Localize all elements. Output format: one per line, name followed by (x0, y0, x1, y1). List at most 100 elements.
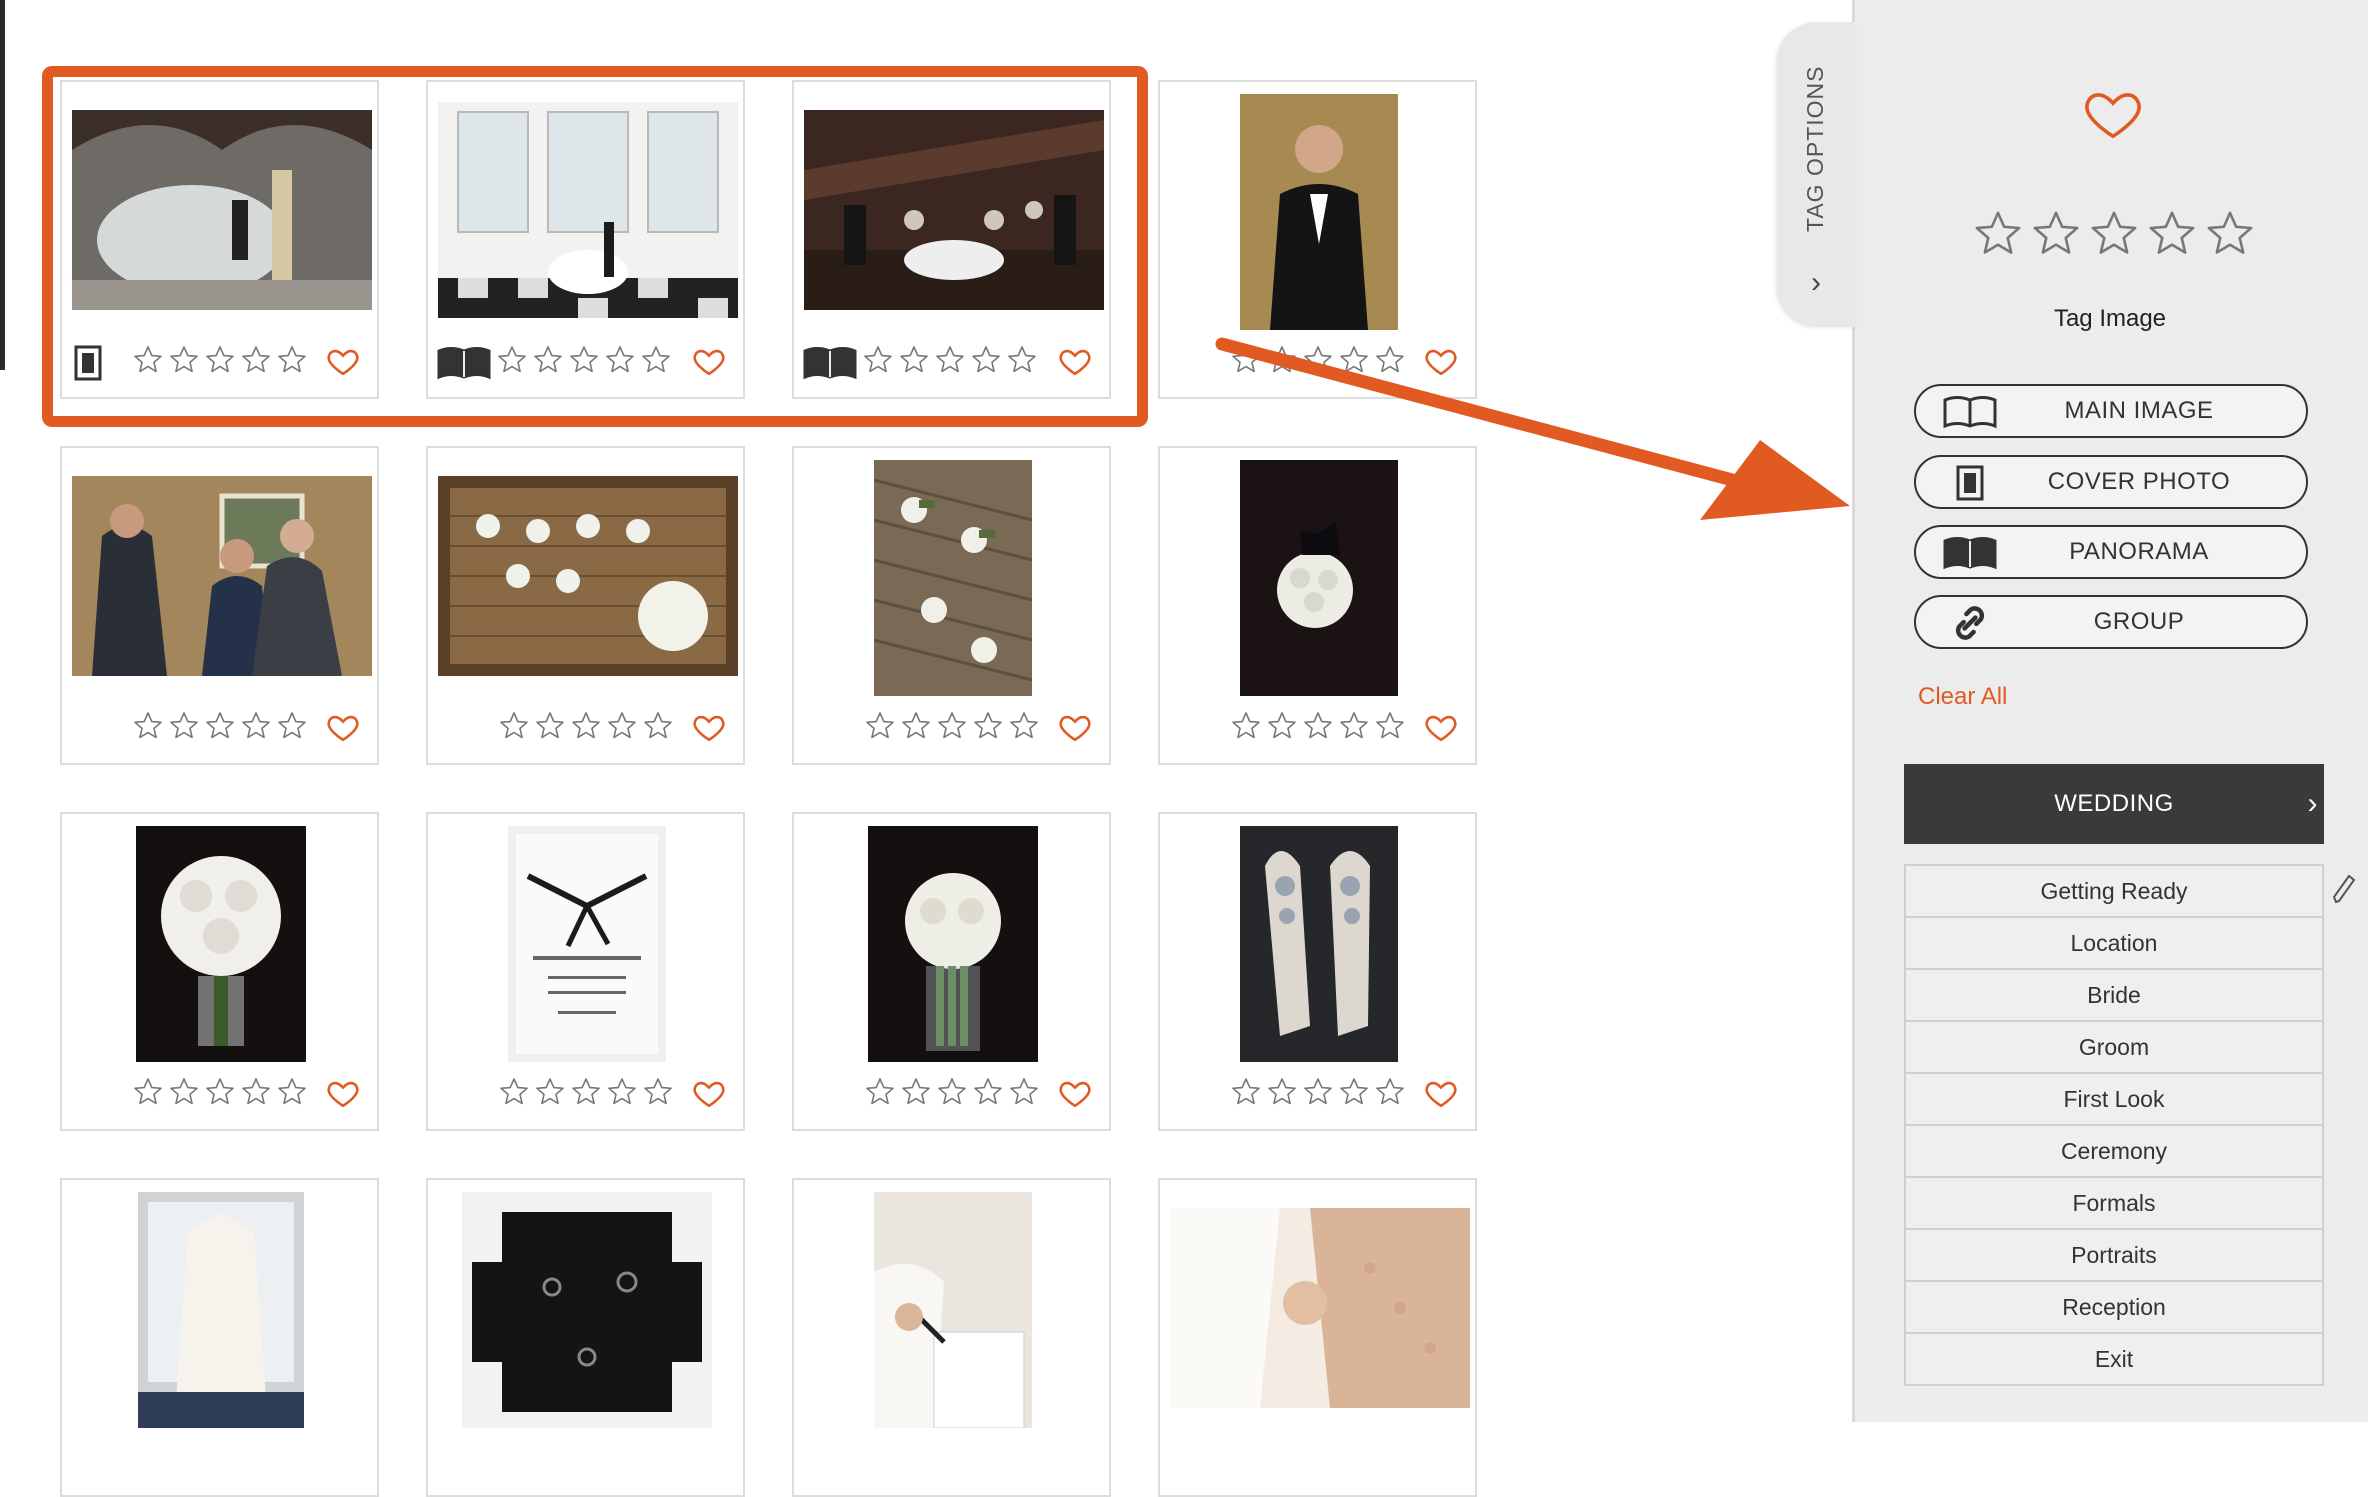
photo-card[interactable] (426, 1178, 745, 1497)
heart-icon[interactable] (326, 1076, 360, 1110)
photo-card[interactable] (426, 446, 745, 765)
star-icon[interactable] (900, 1076, 932, 1108)
photo-thumbnail[interactable] (874, 1192, 1032, 1428)
cover-photo-button[interactable]: COVER PHOTO (1914, 455, 2308, 509)
star-icon[interactable] (1972, 208, 2024, 260)
star-rating[interactable] (1230, 1076, 1406, 1108)
star-icon[interactable] (1302, 1076, 1334, 1108)
star-icon[interactable] (972, 710, 1004, 742)
star-icon[interactable] (240, 1076, 272, 1108)
star-icon[interactable] (642, 710, 674, 742)
chevron-right-icon[interactable]: › (2308, 764, 2319, 844)
category-item[interactable]: Reception (1906, 1282, 2322, 1334)
star-icon[interactable] (606, 1076, 638, 1108)
star-icon[interactable] (168, 710, 200, 742)
heart-icon[interactable] (1058, 1076, 1092, 1110)
star-icon[interactable] (1374, 1076, 1406, 1108)
star-rating[interactable] (132, 710, 308, 742)
photo-thumbnail[interactable] (72, 476, 372, 676)
heart-icon[interactable] (2082, 82, 2144, 144)
heart-icon[interactable] (1058, 710, 1092, 744)
star-icon[interactable] (498, 710, 530, 742)
category-item[interactable]: First Look (1906, 1074, 2322, 1126)
star-icon[interactable] (204, 710, 236, 742)
chevron-right-icon[interactable]: › (1803, 268, 1829, 298)
star-icon[interactable] (1302, 710, 1334, 742)
star-icon[interactable] (276, 1076, 308, 1108)
photo-card[interactable] (792, 446, 1111, 765)
photo-card[interactable] (792, 1178, 1111, 1497)
panorama-button[interactable]: PANORAMA (1914, 525, 2308, 579)
heart-icon[interactable] (692, 710, 726, 744)
photo-thumbnail[interactable] (462, 1192, 712, 1428)
photo-thumbnail[interactable] (508, 826, 666, 1062)
star-rating[interactable] (864, 1076, 1040, 1108)
star-icon[interactable] (168, 1076, 200, 1108)
pencil-edit-icon[interactable] (2330, 872, 2358, 906)
star-icon[interactable] (534, 710, 566, 742)
category-item[interactable]: Location (1906, 918, 2322, 970)
star-icon[interactable] (972, 1076, 1004, 1108)
category-item[interactable]: Portraits (1906, 1230, 2322, 1282)
heart-icon[interactable] (692, 1076, 726, 1110)
panel-star-rating[interactable] (1972, 208, 2256, 260)
star-icon[interactable] (498, 1076, 530, 1108)
star-icon[interactable] (936, 1076, 968, 1108)
star-icon[interactable] (1008, 1076, 1040, 1108)
star-icon[interactable] (1230, 710, 1262, 742)
star-icon[interactable] (1230, 1076, 1262, 1108)
photo-card[interactable] (1158, 1178, 1477, 1497)
heart-icon[interactable] (1424, 1076, 1458, 1110)
photo-thumbnail[interactable] (1170, 1208, 1470, 1408)
photo-thumbnail[interactable] (136, 826, 306, 1062)
heart-icon[interactable] (1424, 710, 1458, 744)
clear-all-link[interactable]: Clear All (1918, 683, 2007, 711)
star-icon[interactable] (1374, 710, 1406, 742)
star-icon[interactable] (1266, 1076, 1298, 1108)
star-rating[interactable] (498, 1076, 674, 1108)
star-icon[interactable] (606, 710, 638, 742)
star-icon[interactable] (132, 710, 164, 742)
star-rating[interactable] (1230, 710, 1406, 742)
star-icon[interactable] (534, 1076, 566, 1108)
star-icon[interactable] (2146, 208, 2198, 260)
star-icon[interactable] (1266, 710, 1298, 742)
star-rating[interactable] (132, 1076, 308, 1108)
star-icon[interactable] (1008, 710, 1040, 742)
star-icon[interactable] (240, 710, 272, 742)
photo-card[interactable] (792, 812, 1111, 1131)
category-item[interactable]: Groom (1906, 1022, 2322, 1074)
star-icon[interactable] (2030, 208, 2082, 260)
photo-thumbnail[interactable] (438, 476, 738, 676)
photo-card[interactable] (60, 812, 379, 1131)
category-item[interactable]: Ceremony (1906, 1126, 2322, 1178)
category-item[interactable]: Exit (1906, 1334, 2322, 1384)
star-rating[interactable] (498, 710, 674, 742)
photo-card[interactable] (426, 812, 745, 1131)
photo-card[interactable] (60, 1178, 379, 1497)
star-icon[interactable] (864, 710, 896, 742)
photo-thumbnail[interactable] (868, 826, 1038, 1062)
photo-thumbnail[interactable] (874, 460, 1032, 696)
photo-card[interactable] (1158, 812, 1477, 1131)
star-icon[interactable] (276, 710, 308, 742)
star-icon[interactable] (570, 710, 602, 742)
photo-thumbnail[interactable] (1240, 826, 1398, 1062)
category-item[interactable]: Getting Ready (1906, 866, 2322, 918)
star-rating[interactable] (864, 710, 1040, 742)
star-icon[interactable] (570, 1076, 602, 1108)
star-icon[interactable] (2204, 208, 2256, 260)
star-icon[interactable] (204, 1076, 236, 1108)
star-icon[interactable] (1338, 1076, 1370, 1108)
wedding-section-header[interactable]: WEDDING › (1904, 764, 2324, 844)
star-icon[interactable] (864, 1076, 896, 1108)
category-item[interactable]: Bride (1906, 970, 2322, 1022)
star-icon[interactable] (642, 1076, 674, 1108)
star-icon[interactable] (2088, 208, 2140, 260)
group-button[interactable]: GROUP (1914, 595, 2308, 649)
star-icon[interactable] (132, 1076, 164, 1108)
main-image-button[interactable]: MAIN IMAGE (1914, 384, 2308, 438)
star-icon[interactable] (936, 710, 968, 742)
star-icon[interactable] (900, 710, 932, 742)
photo-card[interactable] (60, 446, 379, 765)
